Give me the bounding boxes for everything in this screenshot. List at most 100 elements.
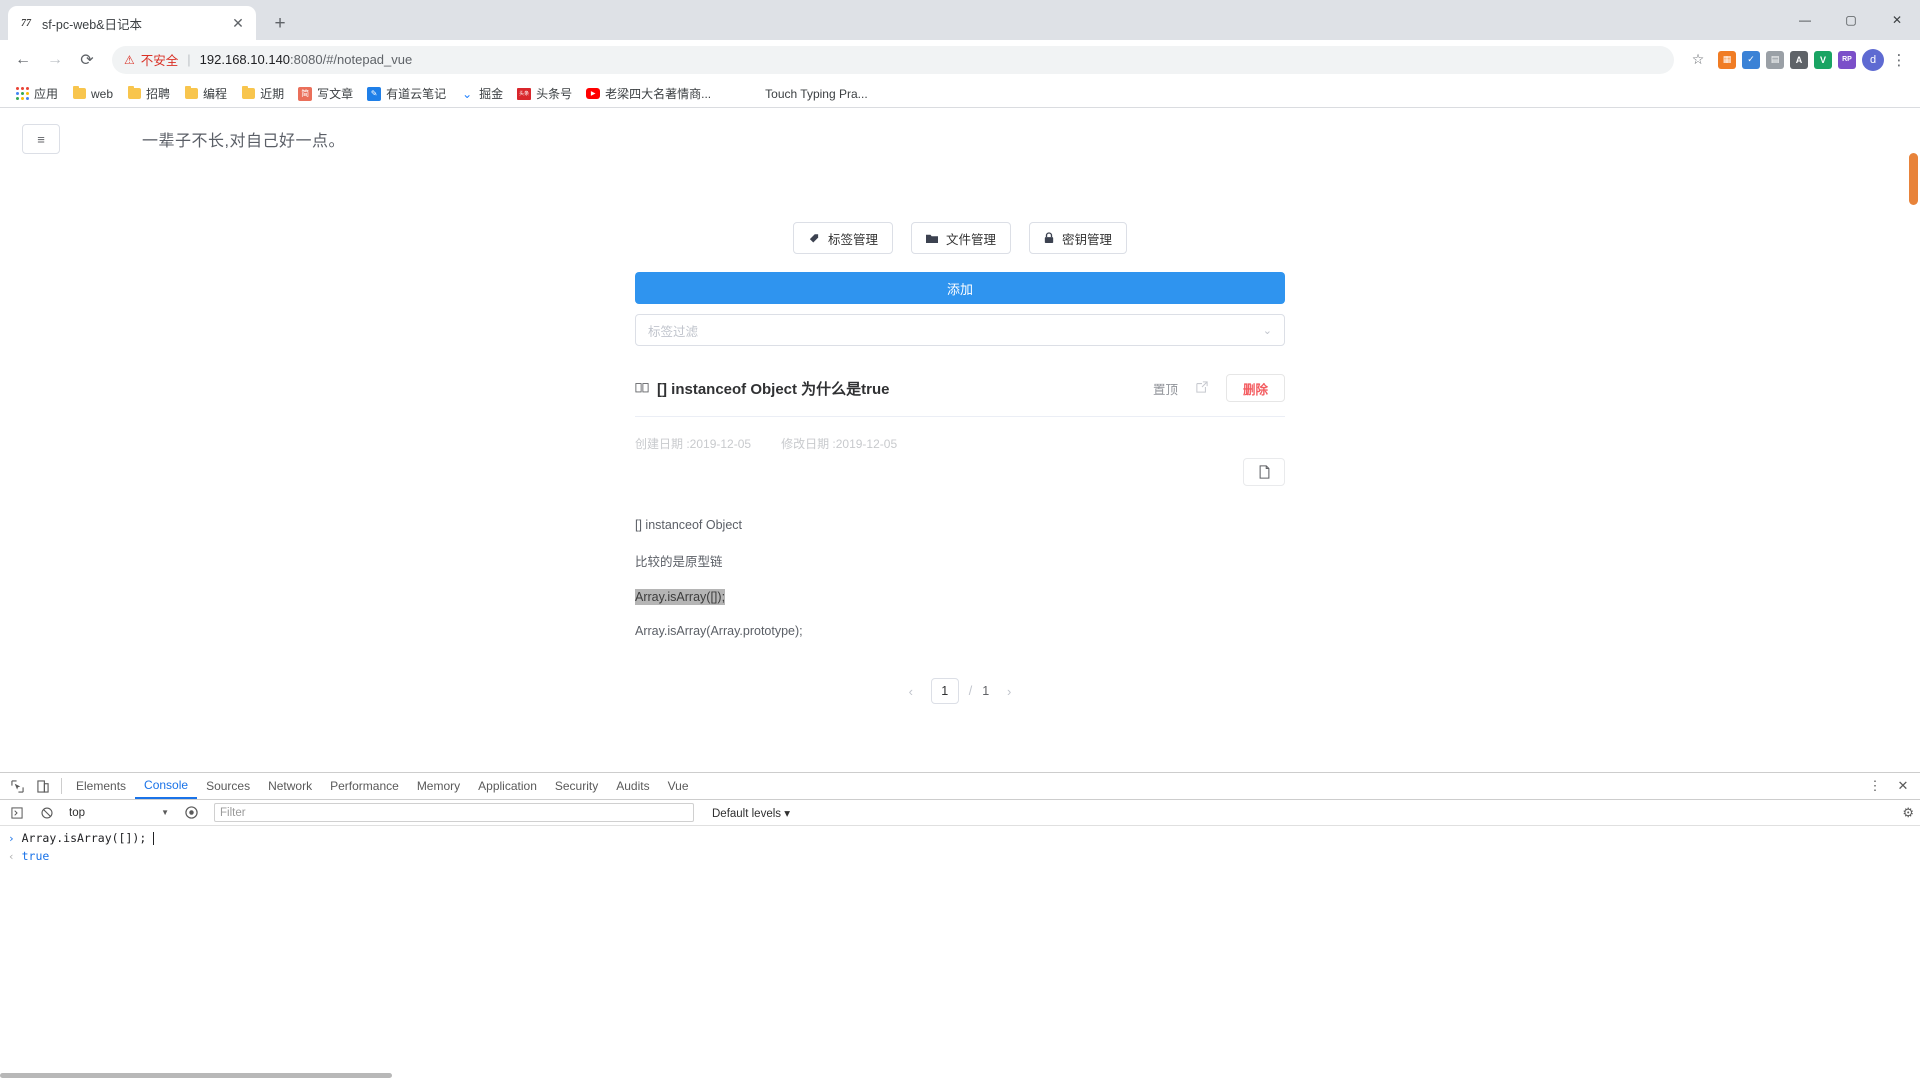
console-sidebar-icon[interactable] <box>4 801 30 825</box>
bookmark-folder-web[interactable]: web <box>65 84 120 104</box>
clear-console-icon[interactable] <box>34 801 60 825</box>
devtools-tabbar-right: ⋮ ✕ <box>1862 774 1916 798</box>
copy-button[interactable] <box>1243 458 1285 486</box>
tab-security[interactable]: Security <box>546 773 607 799</box>
tab-elements[interactable]: Elements <box>67 773 135 799</box>
key-management-button[interactable]: 密钥管理 <box>1029 222 1128 254</box>
tab-memory[interactable]: Memory <box>408 773 469 799</box>
note-body-line: 比较的是原型链 <box>635 555 723 569</box>
minimize-icon[interactable]: — <box>1782 4 1828 36</box>
bookmark-label: 有道云笔记 <box>386 87 447 101</box>
bookmark-label: Touch Typing Pra... <box>765 86 868 101</box>
tab-console[interactable]: Console <box>135 773 198 799</box>
current-page[interactable]: 1 <box>930 678 959 704</box>
address-bar[interactable]: ⚠ 不安全 | 192.168.10.140:8080/#/notepad_vu… <box>112 45 1674 74</box>
reload-icon[interactable]: ⟳ <box>72 45 102 75</box>
window-close-icon[interactable]: ✕ <box>1874 4 1920 36</box>
forward-icon[interactable]: → <box>40 45 70 75</box>
bookmark-youdao[interactable]: ✎ 有道云笔记 <box>360 82 453 105</box>
youdao-icon: ✎ <box>367 86 382 101</box>
content-column: 标签管理 文件管理 密钥管理 添加 标签过滤 ⌄ [] instanceof O… <box>635 170 1285 704</box>
pagination: ‹ 1 / 1 › <box>635 678 1285 704</box>
bookmark-toutiao[interactable]: 头条 头条号 <box>510 82 579 105</box>
new-tab-button[interactable]: + <box>266 9 294 37</box>
tag-filter-select[interactable]: 标签过滤 ⌄ <box>635 314 1285 346</box>
devtools-panel: Elements Console Sources Network Perform… <box>0 772 1920 1080</box>
console-output-arrow: ‹ <box>8 849 15 863</box>
folder-icon <box>127 85 141 101</box>
tab-favicon-icon: 77 <box>21 17 31 29</box>
file-management-button[interactable]: 文件管理 <box>910 222 1011 254</box>
close-icon[interactable]: ✕ <box>230 15 246 31</box>
tab-audits[interactable]: Audits <box>607 773 658 799</box>
device-toolbar-icon[interactable] <box>30 774 56 798</box>
devtools-tabbar: Elements Console Sources Network Perform… <box>0 773 1920 800</box>
bookmark-touch-typing[interactable]: Touch Typing Pra... <box>758 84 875 104</box>
bookmarks-bar: 应用 web 招聘 编程 近期 简 写文章 ✎ 有道云笔记 ⌄ 掘金 头条 头条… <box>0 80 1920 108</box>
maximize-icon[interactable]: ▢ <box>1828 4 1874 36</box>
bookmark-star-icon[interactable]: ☆ <box>1684 46 1712 74</box>
extension-icon-3[interactable]: ▤ <box>1766 50 1784 69</box>
bookmark-folder-biancheng[interactable]: 编程 <box>177 82 234 105</box>
console-output[interactable]: › Array.isArray([]); ‹ true <box>0 826 1920 1080</box>
tab-performance[interactable]: Performance <box>321 773 408 799</box>
folder-icon <box>925 233 938 244</box>
back-icon[interactable]: ← <box>8 45 38 75</box>
note-actions: 置顶 删除 <box>1153 374 1285 402</box>
url-host: 192.168.10.140 <box>199 52 291 67</box>
note-title: [] instanceof Object 为什么是true <box>657 380 890 398</box>
next-page-button[interactable]: › <box>999 684 1019 699</box>
console-toolbar: top ▼ Filter Default levels ▾ ⚙ <box>0 800 1920 826</box>
delete-note-button[interactable]: 删除 <box>1225 374 1285 402</box>
browser-tab[interactable]: 77 sf-pc-web&日记本 ✕ <box>8 6 256 40</box>
toolbar-divider <box>61 778 62 794</box>
extension-icon-4[interactable]: A <box>1790 50 1808 69</box>
execution-context-select[interactable]: top ▼ <box>64 803 174 822</box>
tag-management-label: 标签管理 <box>827 232 878 247</box>
extension-icon-1[interactable]: ▦ <box>1718 50 1736 69</box>
tab-vue[interactable]: Vue <box>659 773 698 799</box>
devtools-horizontal-scrollbar[interactable] <box>0 1072 1920 1080</box>
add-button[interactable]: 添加 <box>635 272 1285 304</box>
security-warning-text: 不安全 <box>140 54 179 68</box>
devtools-close-icon[interactable]: ✕ <box>1890 774 1916 798</box>
pin-note-button[interactable]: 置顶 <box>1153 379 1178 398</box>
page-scrollbar[interactable] <box>1906 108 1920 772</box>
bookmark-label: 编程 <box>203 87 228 101</box>
management-buttons: 标签管理 文件管理 密钥管理 <box>635 222 1285 254</box>
scrollbar-thumb[interactable] <box>1909 153 1918 205</box>
note-title-wrap: [] instanceof Object 为什么是true <box>635 378 890 399</box>
tab-sources[interactable]: Sources <box>197 773 259 799</box>
page-viewport: ≡ 一辈子不长,对自己好一点。 标签管理 文件管理 密钥管理 添加 标签过滤 ⌄… <box>0 108 1920 1080</box>
menu-toggle-button[interactable]: ≡ <box>22 124 60 154</box>
external-link-icon[interactable] <box>1196 380 1208 396</box>
scrollbar-thumb[interactable] <box>0 1073 392 1078</box>
url-path: :8080/#/notepad_vue <box>290 52 413 67</box>
bookmark-juejin[interactable]: ⌄ 掘金 <box>453 82 510 105</box>
extension-icon-6[interactable]: RP <box>1838 50 1856 69</box>
live-expression-icon[interactable] <box>178 801 204 825</box>
book-icon <box>635 381 649 396</box>
gear-icon[interactable]: ⚙ <box>1902 805 1914 821</box>
devtools-more-icon[interactable]: ⋮ <box>1862 774 1888 798</box>
bookmark-folder-zhaopin[interactable]: 招聘 <box>120 82 177 105</box>
tab-network[interactable]: Network <box>259 773 321 799</box>
prev-page-button[interactable]: ‹ <box>901 684 921 699</box>
bookmark-apps[interactable]: 应用 <box>8 82 65 105</box>
note-body-line: [] instanceof Object <box>635 518 743 532</box>
console-input-line[interactable]: › Array.isArray([]); <box>0 829 1920 847</box>
bookmark-jianshu[interactable]: 简 写文章 <box>291 82 360 105</box>
bookmark-youtube[interactable]: ▶ 老梁四大名著情商... <box>579 82 718 105</box>
bookmark-folder-jinqi[interactable]: 近期 <box>234 82 291 105</box>
bookmark-label: 招聘 <box>146 87 171 101</box>
avatar[interactable]: d <box>1862 48 1884 71</box>
extension-icon-2[interactable]: ✓ <box>1742 50 1760 69</box>
extension-icon-5[interactable]: V <box>1814 50 1832 69</box>
apps-grid-icon <box>15 87 29 101</box>
tag-management-button[interactable]: 标签管理 <box>792 222 893 254</box>
log-levels-dropdown[interactable]: Default levels ▾ <box>712 806 790 820</box>
tab-application[interactable]: Application <box>469 773 546 799</box>
inspect-element-icon[interactable] <box>4 774 30 798</box>
browser-menu-icon[interactable]: ⋮ <box>1886 47 1912 73</box>
console-filter-input[interactable]: Filter <box>214 803 694 822</box>
